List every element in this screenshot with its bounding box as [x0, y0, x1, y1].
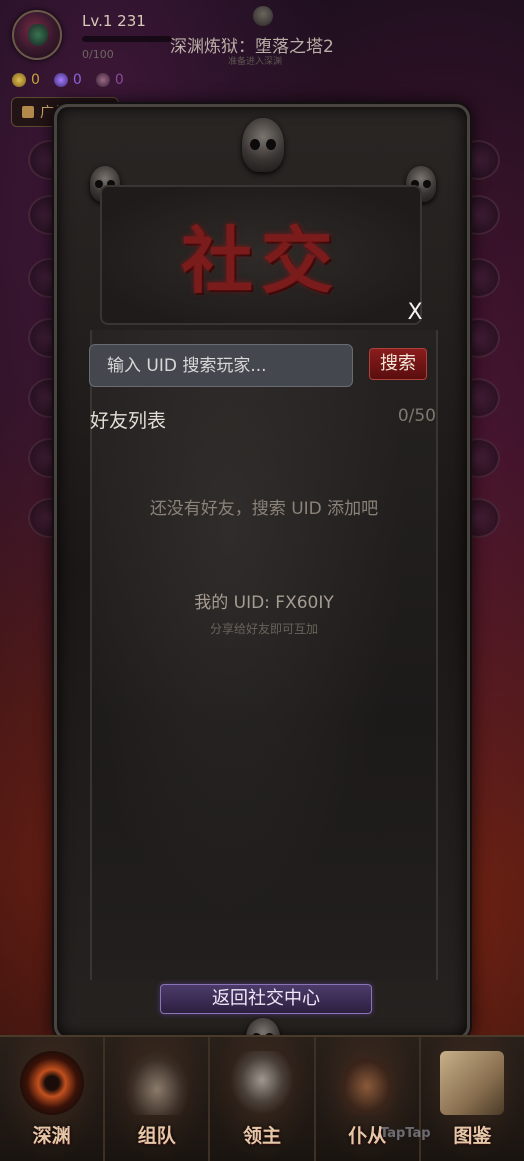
soul-value: 0 — [72, 72, 82, 88]
soul-resource: 0 — [53, 72, 82, 88]
resource-row: 0 0 0 — [12, 72, 124, 88]
player-avatar[interactable] — [12, 10, 62, 60]
taptap-watermark: TapTap — [380, 1126, 431, 1141]
close-button[interactable]: X — [402, 300, 428, 330]
friends-list-label: 好友列表 — [90, 410, 167, 432]
gold-resource: 0 — [12, 72, 40, 88]
atlas-icon — [440, 1051, 505, 1115]
back-to-social-center-button[interactable]: 返回社交中心 — [160, 984, 372, 1014]
soul-icon — [53, 73, 68, 87]
relic-resource: 0 — [95, 72, 124, 88]
nav-item-minion[interactable]: 仆从 — [315, 1037, 421, 1161]
relic-value: 0 — [114, 72, 124, 88]
nav-item-team[interactable]: 组队 — [105, 1037, 211, 1161]
exp-text: 0/100 — [82, 48, 114, 61]
top-skull-ornament — [242, 118, 284, 172]
skull-icon — [253, 6, 273, 26]
nav-item-lord[interactable]: 领主 — [210, 1037, 316, 1161]
friends-count: 0/50 — [397, 406, 436, 426]
nav-item-abyss[interactable]: 深渊 — [0, 1037, 106, 1161]
uid-search-input[interactable] — [89, 344, 353, 387]
search-button[interactable]: 搜索 — [369, 348, 427, 380]
minion-icon — [335, 1051, 400, 1115]
nav-label-abyss: 深渊 — [32, 1125, 71, 1147]
nav-label-lord: 领主 — [243, 1125, 282, 1147]
ad-icon — [22, 106, 34, 118]
stage-subtitle: 准备进入深渊 — [228, 57, 283, 67]
exp-bar — [82, 36, 172, 42]
nav-label-team: 组队 — [137, 1125, 176, 1147]
share-hint: 分享给好友即可互加 — [209, 622, 318, 636]
abyss-icon — [19, 1051, 84, 1115]
my-uid-text[interactable]: 我的 UID: FX60IY — [90, 588, 438, 613]
gold-icon — [12, 73, 26, 87]
relic-icon — [95, 73, 110, 87]
empty-friends-text: 还没有好友，搜索 UID 添加吧 — [149, 499, 379, 519]
bottom-nav: 深渊 组队 领主 仆从 图鉴 — [0, 1035, 524, 1161]
player-level: Lv.1 231 — [82, 12, 146, 30]
team-icon — [124, 1051, 189, 1115]
gold-value: 0 — [31, 72, 40, 88]
modal-title: 社交 — [180, 218, 341, 303]
nav-item-atlas[interactable]: 图鉴 — [420, 1037, 524, 1161]
nav-label-atlas: 图鉴 — [453, 1125, 492, 1147]
lord-icon — [230, 1051, 294, 1115]
